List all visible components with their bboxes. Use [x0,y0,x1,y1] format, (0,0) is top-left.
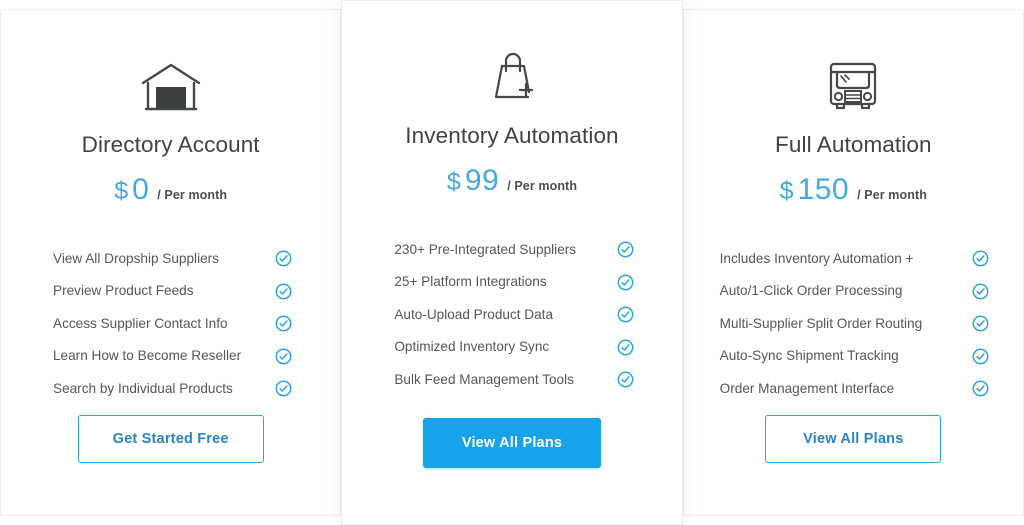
plan-price: $ 99 / Per month [447,164,577,198]
cta-container: View All Plans [684,415,1023,463]
list-item: Access Supplier Contact Info [53,308,292,341]
check-circle-icon [617,306,634,323]
view-all-plans-button[interactable]: View All Plans [765,415,942,463]
list-item: 25+ Platform Integrations [394,266,634,299]
feature-label: Auto-Sync Shipment Tracking [719,348,899,364]
list-item: Search by Individual Products [53,373,292,406]
feature-label: Access Supplier Contact Info [53,315,228,331]
feature-label: View All Dropship Suppliers [53,250,219,266]
feature-label: Preview Product Feeds [53,283,194,299]
plan-title: Full Automation [775,132,932,157]
cta-container: View All Plans [342,418,681,468]
feature-label: Multi-Supplier Split Order Routing [719,315,923,331]
warehouse-icon [140,54,202,112]
feature-label: Includes Inventory Automation + [719,250,914,266]
pricing-table: Directory Account $ 0 / Per month View A… [0,0,1024,525]
check-circle-icon [275,283,292,300]
plan-title: Directory Account [81,132,260,157]
check-circle-icon [617,241,634,258]
feature-label: Bulk Feed Management Tools [394,371,574,387]
list-item: View All Dropship Suppliers [53,243,292,276]
feature-label: Auto/1-Click Order Processing [719,283,903,299]
plan-card-inventory-automation[interactable]: Inventory Automation $ 99 / Per month 23… [341,0,683,525]
list-item: Optimized Inventory Sync [394,331,634,364]
list-item: 230+ Pre-Integrated Suppliers [394,234,634,267]
list-item: Auto-Sync Shipment Tracking [720,340,989,373]
price-period: / Per month [857,187,927,202]
feature-list: 230+ Pre-Integrated Suppliers 25+ Platfo… [342,234,681,397]
price-currency: $ [779,176,794,205]
feature-list: View All Dropship Suppliers Preview Prod… [1,243,340,406]
list-item: Bulk Feed Management Tools [394,364,634,397]
list-item: Auto-Upload Product Data [394,299,634,332]
check-circle-icon [275,348,292,365]
feature-label: 230+ Pre-Integrated Suppliers [394,241,577,257]
cta-container: Get Started Free [1,415,340,463]
check-circle-icon [972,250,989,267]
feature-label: Learn How to Become Reseller [53,348,242,364]
feature-list: Includes Inventory Automation + Auto/1-C… [684,243,1023,406]
plan-title: Inventory Automation [405,123,619,148]
price-currency: $ [446,167,461,196]
feature-label: Optimized Inventory Sync [394,339,550,355]
view-all-plans-button[interactable]: View All Plans [422,418,602,468]
delivery-truck-icon [821,54,885,112]
list-item: Preview Product Feeds [53,275,292,308]
list-item: Learn How to Become Reseller [53,340,292,373]
price-period: / Per month [157,187,228,202]
check-circle-icon [275,250,292,267]
check-circle-icon [275,315,292,332]
plan-card-directory-account[interactable]: Directory Account $ 0 / Per month View A… [0,9,342,516]
check-circle-icon [972,348,989,365]
check-circle-icon [617,274,634,291]
price-period: / Per month [507,178,578,193]
check-circle-icon [617,339,634,356]
price-currency: $ [114,176,129,205]
feature-label: Order Management Interface [719,380,895,396]
shopping-bag-plus-icon [481,45,543,103]
list-item: Auto/1-Click Order Processing [720,275,989,308]
get-started-free-button[interactable]: Get Started Free [77,415,264,463]
plan-price: $ 0 / Per month [114,173,227,207]
check-circle-icon [972,315,989,332]
plan-price: $ 150 / Per month [780,173,927,207]
check-circle-icon [972,380,989,397]
price-amount: 99 [464,163,500,197]
plan-card-full-automation[interactable]: Full Automation $ 150 / Per month Includ… [682,9,1024,516]
feature-label: 25+ Platform Integrations [394,274,547,290]
feature-label: Auto-Upload Product Data [394,306,554,322]
price-amount: 150 [797,172,850,206]
check-circle-icon [275,380,292,397]
price-amount: 0 [132,172,150,206]
list-item: Multi-Supplier Split Order Routing [720,308,989,341]
check-circle-icon [972,283,989,300]
feature-label: Search by Individual Products [53,380,233,396]
list-item: Includes Inventory Automation + [720,243,989,276]
list-item: Order Management Interface [720,373,989,406]
check-circle-icon [617,371,634,388]
